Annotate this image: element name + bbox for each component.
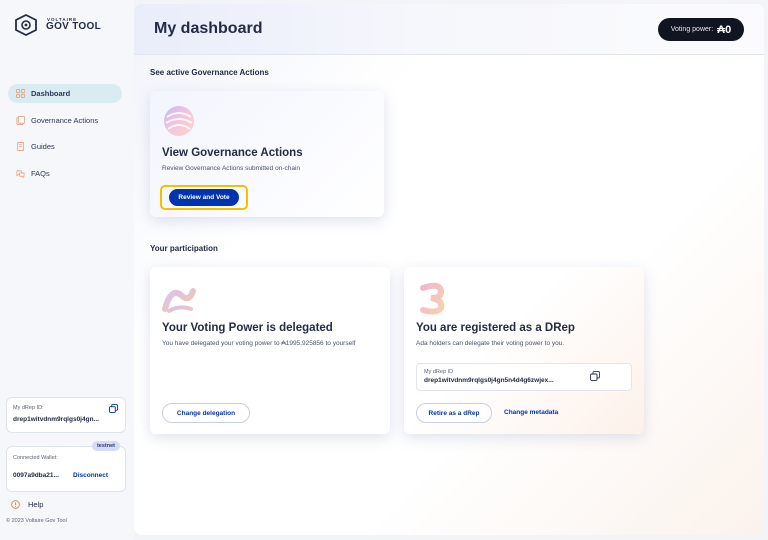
drep-id-box-label: My dRep ID — [424, 369, 454, 375]
drep-card-description: Ada holders can delegate their voting po… — [416, 340, 565, 347]
section-heading-participation: Your participation — [150, 244, 218, 253]
drep-id-box: My dRep ID drep1witvdnm9rqlgs0j4gn5n4d4g… — [416, 363, 632, 391]
drep-card-title: You are registered as a DRep — [416, 322, 575, 334]
top-bar: My dashboard Voting power: ₳0 — [134, 4, 764, 55]
sidebar-wallet-card: testnet Connected Wallet: 0097a9dba21...… — [6, 441, 126, 492]
copyright: © 2023 Voltaire Gov Tool — [6, 518, 67, 524]
sidebar-item-label: FAQs — [31, 168, 50, 178]
sidebar-item-guides[interactable]: Guides — [8, 137, 122, 156]
wallet-label: Connected Wallet: — [13, 455, 58, 461]
section-heading-active-ga: See active Governance Actions — [150, 68, 269, 77]
page-title: My dashboard — [154, 20, 263, 37]
faqs-icon — [16, 169, 25, 178]
governance-illustration-icon — [164, 106, 194, 136]
sidebar-item-dashboard[interactable]: Dashboard — [8, 84, 122, 103]
help-icon — [11, 500, 20, 509]
sidebar: VOLTAIRE GOV TOOL Dashboard Governance A… — [0, 0, 134, 540]
governance-actions-card: View Governance Actions Review Governanc… — [150, 91, 384, 217]
drep-illustration-icon — [420, 282, 445, 315]
voting-power-value: ₳0 — [717, 23, 732, 36]
voting-power-card: Your Voting Power is delegated You have … — [150, 267, 390, 434]
disconnect-button[interactable]: Disconnect — [73, 472, 108, 479]
change-delegation-button[interactable]: Change delegation — [162, 403, 250, 423]
logo-big-text: GOV TOOL — [46, 21, 101, 33]
review-and-vote-button[interactable]: Review and Vote — [160, 185, 248, 210]
drep-card: You are registered as a DRep Ada holders… — [404, 267, 644, 434]
sidebar-item-label: Guides — [31, 142, 55, 151]
drep-id-value: drep1witvdnm9rqlgs0j4gn... — [13, 416, 99, 423]
wallet-address: 0097a9dba21... — [13, 472, 59, 479]
logo[interactable]: VOLTAIRE GOV TOOL — [14, 14, 101, 36]
sidebar-drep-id-card: My dRep ID: drep1witvdnm9rqlgs0j4gn... — [6, 397, 126, 433]
voting-power-card-title: Your Voting Power is delegated — [162, 322, 333, 334]
dashboard-icon — [16, 89, 25, 98]
sidebar-item-faqs[interactable]: FAQs — [8, 164, 122, 183]
review-and-vote-label: Review and Vote — [169, 189, 239, 206]
sidebar-item-label: Governance Actions — [31, 115, 99, 125]
network-badge: testnet — [91, 441, 120, 451]
governance-actions-icon — [16, 115, 25, 125]
help-link[interactable]: Help — [11, 500, 43, 509]
voltaire-logo-icon — [15, 14, 37, 36]
voting-power-pill: Voting power: ₳0 — [658, 18, 744, 41]
ga-card-description: Review Governance Actions submitted on-c… — [162, 165, 301, 172]
help-label: Help — [28, 500, 44, 509]
copy-icon[interactable] — [590, 371, 600, 381]
app-frame: VOLTAIRE GOV TOOL Dashboard Governance A… — [0, 0, 768, 540]
guides-icon — [16, 142, 25, 151]
sidebar-nav: Dashboard Governance Actions Guides FAQs — [8, 84, 122, 190]
drep-id-label: My dRep ID: — [13, 405, 44, 411]
sidebar-item-governance-actions[interactable]: Governance Actions — [8, 111, 122, 130]
main-content: My dashboard Voting power: ₳0 See active… — [134, 4, 764, 535]
copy-icon[interactable] — [109, 404, 118, 413]
delegation-illustration-icon — [162, 288, 196, 313]
voting-power-label: Voting power: — [670, 26, 714, 33]
sidebar-item-label: Dashboard — [31, 89, 71, 98]
change-metadata-button[interactable]: Change metadata — [504, 409, 558, 416]
voting-power-card-description: You have delegated your voting power to … — [162, 340, 356, 347]
retire-drep-button[interactable]: Retire as a dRep — [416, 403, 492, 423]
drep-id-box-value: drep1witvdnm9rqlgs0j4gn5n4d4g6zwjex... — [424, 377, 554, 384]
ga-card-title: View Governance Actions — [162, 147, 303, 159]
